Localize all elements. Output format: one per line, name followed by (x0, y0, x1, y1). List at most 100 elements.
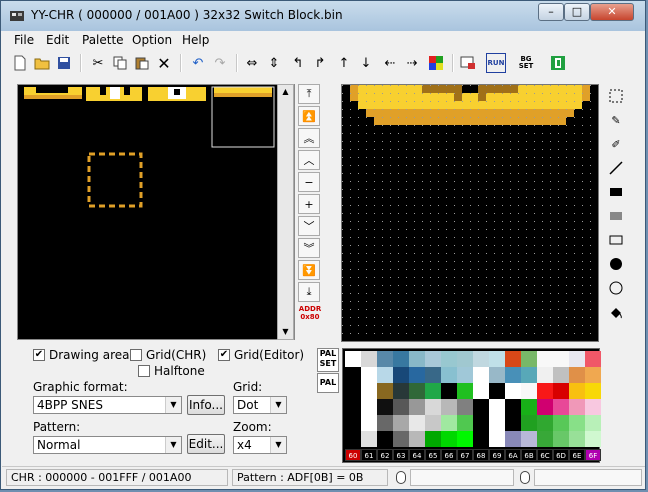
palette-swatch[interactable] (345, 399, 361, 415)
nav-top-button[interactable]: ⤒ (298, 84, 320, 104)
palette-swatch[interactable] (377, 383, 393, 399)
palette-swatch[interactable] (457, 415, 473, 431)
nav-up-button[interactable]: ︿ (298, 150, 320, 170)
palette-swatch[interactable] (473, 367, 489, 383)
palette-index[interactable]: 62 (377, 449, 393, 461)
palette-swatch[interactable] (537, 351, 553, 367)
pen-tool-icon[interactable]: ✎ (603, 109, 629, 131)
palette-index[interactable]: 68 (473, 449, 489, 461)
nav-minus-button[interactable]: − (298, 172, 320, 192)
palette-index[interactable]: 67 (457, 449, 473, 461)
palette-index[interactable]: 64 (409, 449, 425, 461)
rotate-left-icon[interactable]: ↰ (288, 53, 308, 73)
palette-swatch[interactable] (585, 351, 601, 367)
address-indicator[interactable]: ADDR 0x80 (298, 305, 322, 321)
nav-page-down-fast-button[interactable]: ⏬ (298, 260, 320, 280)
palette-swatch[interactable] (457, 383, 473, 399)
palette-swatch[interactable] (537, 383, 553, 399)
pal-tab[interactable]: PAL (317, 373, 339, 393)
palette-swatch[interactable] (569, 415, 585, 431)
flip-horizontal-icon[interactable]: ⇔ (242, 53, 262, 73)
info-button[interactable]: Info... (187, 395, 225, 415)
pattern-select[interactable]: Normal ▼ (33, 436, 182, 454)
palette-swatch[interactable] (409, 383, 425, 399)
palette-swatch[interactable] (393, 367, 409, 383)
circle-tool-icon[interactable] (603, 277, 629, 299)
nav-plus-button[interactable]: + (298, 194, 320, 214)
scroll-down-arrow[interactable]: ▼ (280, 327, 291, 337)
filled-circle-tool-icon[interactable] (603, 253, 629, 275)
run-icon[interactable]: RUN (486, 53, 506, 73)
palette-swatch[interactable] (585, 367, 601, 383)
palette-swatch[interactable] (489, 431, 505, 447)
shift-down-icon[interactable]: ↓ (356, 53, 376, 73)
palette-swatch[interactable] (473, 351, 489, 367)
zoom-select[interactable]: x4 ▼ (233, 436, 287, 454)
palette-swatch[interactable] (377, 367, 393, 383)
palette-swatch[interactable] (537, 367, 553, 383)
palette-swatch[interactable] (345, 431, 361, 447)
flip-vertical-icon[interactable]: ⇕ (264, 53, 284, 73)
palette-swatch[interactable] (537, 431, 553, 447)
palette-swatch[interactable] (505, 431, 521, 447)
drawing-area-check[interactable]: ✔ (33, 349, 45, 361)
palette-swatch[interactable] (377, 431, 393, 447)
palette-swatch[interactable] (505, 351, 521, 367)
palette-swatch[interactable] (345, 367, 361, 383)
menu-option[interactable]: Option (132, 33, 172, 47)
palette-swatch[interactable] (377, 415, 393, 431)
redo-icon[interactable]: ↷ (210, 53, 230, 73)
palette-index[interactable]: 63 (393, 449, 409, 461)
palette-swatch[interactable] (489, 367, 505, 383)
palette-index[interactable]: 6F (585, 449, 601, 461)
minimize-button[interactable]: – (538, 3, 564, 21)
palette-swatch[interactable] (377, 351, 393, 367)
palette-swatch[interactable] (425, 367, 441, 383)
chr-scrollbar[interactable]: ▲ ▼ (277, 84, 294, 340)
palette-swatch[interactable] (345, 415, 361, 431)
halftone-check[interactable] (138, 365, 150, 377)
grid-editor-check[interactable]: ✔ (218, 349, 230, 361)
palette-swatch[interactable] (441, 351, 457, 367)
shift-up-icon[interactable]: ↑ (334, 53, 354, 73)
palette-swatch[interactable] (489, 399, 505, 415)
palette-swatch[interactable] (457, 431, 473, 447)
palette-swatch[interactable] (553, 367, 569, 383)
palette-swatch[interactable] (441, 399, 457, 415)
palette-swatch[interactable] (457, 367, 473, 383)
palette-index[interactable]: 61 (361, 449, 377, 461)
palette-index[interactable]: 6D (553, 449, 569, 461)
palette-swatch[interactable] (361, 351, 377, 367)
palette-swatch[interactable] (521, 383, 537, 399)
palette-swatch[interactable] (505, 383, 521, 399)
palette-swatch[interactable] (457, 399, 473, 415)
palette-swatch[interactable] (425, 351, 441, 367)
rotate-right-icon[interactable]: ↱ (310, 53, 330, 73)
menu-file[interactable]: File (14, 33, 34, 47)
palette-swatch[interactable] (505, 367, 521, 383)
delete-icon[interactable]: ✕ (154, 53, 174, 73)
select-tool-icon[interactable] (603, 85, 629, 107)
palette-swatch[interactable] (393, 399, 409, 415)
palette-swatch[interactable] (473, 383, 489, 399)
open-icon[interactable] (32, 53, 52, 73)
paste-icon[interactable] (132, 53, 152, 73)
palette-swatch[interactable] (393, 415, 409, 431)
close-button[interactable]: ✕ (590, 3, 634, 21)
palette-swatch[interactable] (345, 383, 361, 399)
grid-editor-checkbox[interactable]: ✔ Grid(Editor) (218, 348, 304, 362)
filled-rect-tool-icon[interactable] (603, 181, 629, 203)
palette-swatch[interactable] (393, 431, 409, 447)
palette-index[interactable]: 6E (569, 449, 585, 461)
palette-index[interactable]: 60 (345, 449, 361, 461)
palette-swatch[interactable] (489, 415, 505, 431)
copy-icon[interactable] (110, 53, 130, 73)
palette-index[interactable]: 69 (489, 449, 505, 461)
palette-swatch[interactable] (457, 351, 473, 367)
palette-swatch[interactable] (361, 431, 377, 447)
palette-swatch[interactable] (361, 367, 377, 383)
palette-index[interactable]: 6C (537, 449, 553, 461)
palette-swatch[interactable] (521, 415, 537, 431)
palette-swatch[interactable] (393, 383, 409, 399)
palette-index[interactable]: 6B (521, 449, 537, 461)
